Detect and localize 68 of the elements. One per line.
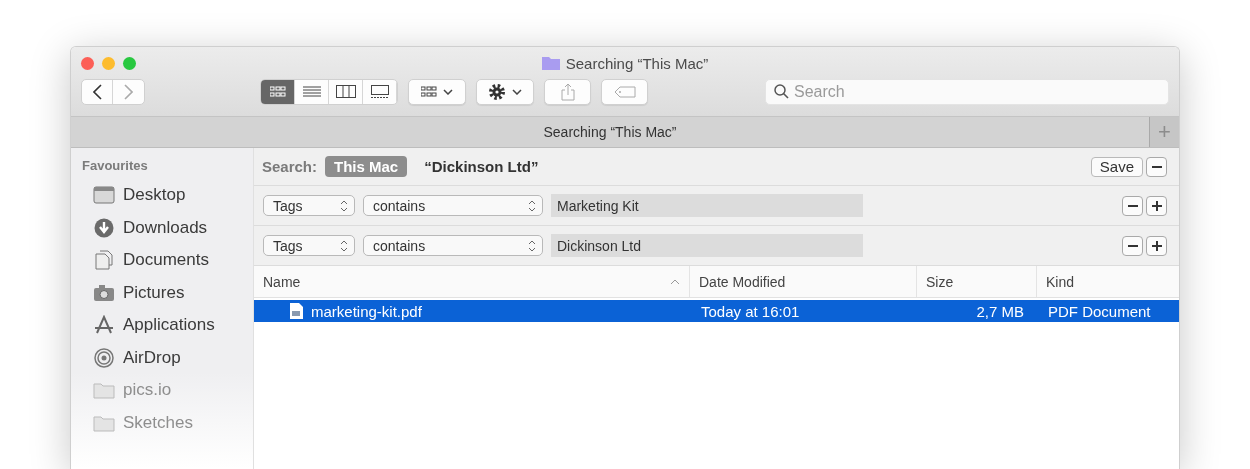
remove-button[interactable] xyxy=(1122,195,1143,216)
minus-icon xyxy=(1127,204,1138,207)
file-name: marketing-kit.pdf xyxy=(311,302,422,320)
sidebar-heading: Favourites xyxy=(82,158,149,173)
camera-icon xyxy=(93,282,115,303)
chevron-right-icon xyxy=(124,83,133,100)
add-button[interactable] xyxy=(1146,195,1167,216)
grid-icon xyxy=(269,85,286,98)
operator-popup[interactable]: contains xyxy=(363,235,543,256)
save-button[interactable]: Save xyxy=(1090,156,1143,177)
sidebar-item[interactable]: Pictures xyxy=(82,276,253,309)
sidebar-item[interactable]: Downloads xyxy=(82,211,253,244)
share-icon xyxy=(560,82,575,101)
operator-popup[interactable]: contains xyxy=(363,195,543,216)
column-header[interactable]: Name xyxy=(254,266,689,297)
date-modified: Today at 16:01 xyxy=(701,302,800,320)
tag-icon xyxy=(613,85,636,98)
search-field[interactable]: Search xyxy=(765,78,1169,105)
plus-icon xyxy=(1151,240,1162,251)
add-button[interactable] xyxy=(1146,235,1167,256)
applications-icon xyxy=(93,315,115,336)
scope-button[interactable]: “Dickinson Ltd” xyxy=(415,156,548,177)
sort-caret-icon xyxy=(670,278,680,285)
remove-button[interactable] xyxy=(1146,156,1167,177)
file-kind: PDF Document xyxy=(1048,302,1151,320)
gallery-icon xyxy=(370,84,389,99)
file-row[interactable]: marketing-kit.pdf Today at 16:01 2,7 MB PDF Document xyxy=(254,300,1179,322)
minus-icon xyxy=(1127,244,1138,247)
sidebar-item[interactable]: Desktop xyxy=(82,179,253,212)
attribute-popup[interactable]: Tags xyxy=(263,235,355,256)
remove-button[interactable] xyxy=(1122,235,1143,256)
folder-icon xyxy=(93,380,115,401)
pdf-file-icon xyxy=(290,303,303,319)
group-button[interactable] xyxy=(408,78,466,105)
action-button[interactable] xyxy=(476,78,534,105)
sidebar-item[interactable]: Applications xyxy=(82,309,253,342)
column-header[interactable]: Size xyxy=(916,266,1036,297)
gear-icon xyxy=(488,82,506,101)
download-icon xyxy=(93,217,115,238)
list-icon xyxy=(302,85,321,98)
window-title: Searching “This Mac” xyxy=(565,54,709,72)
attribute-popup[interactable]: Tags xyxy=(263,195,355,216)
plus-icon xyxy=(1151,200,1162,211)
columns-icon xyxy=(335,85,356,98)
value-field[interactable]: Dickinson Ltd xyxy=(551,234,863,257)
folder-icon xyxy=(541,56,560,70)
stepper-icon xyxy=(340,199,348,212)
value-field[interactable]: Marketing Kit xyxy=(551,194,863,217)
chevron-left-icon xyxy=(92,83,102,100)
view-button[interactable] xyxy=(261,79,295,104)
airdrop-icon xyxy=(93,347,115,368)
sidebar-item[interactable]: Documents xyxy=(82,244,253,277)
file-size: 2,7 MB xyxy=(976,302,1024,320)
stepper-icon xyxy=(340,239,348,252)
grid-icon xyxy=(421,85,437,98)
close-button[interactable] xyxy=(81,56,94,70)
column-header[interactable]: Date Modified xyxy=(689,266,916,297)
column-header[interactable]: Kind xyxy=(1036,266,1179,297)
search-icon xyxy=(774,83,789,99)
sidebar-item[interactable]: AirDrop xyxy=(82,341,253,374)
minus-icon xyxy=(1151,165,1162,168)
stepper-icon xyxy=(528,199,536,212)
documents-icon xyxy=(93,250,115,271)
search-label: Search: xyxy=(262,158,318,175)
desktop-icon xyxy=(93,185,115,206)
chevron-down-icon xyxy=(443,88,453,95)
chevron-down-icon xyxy=(512,88,522,95)
stepper-icon xyxy=(528,239,536,252)
